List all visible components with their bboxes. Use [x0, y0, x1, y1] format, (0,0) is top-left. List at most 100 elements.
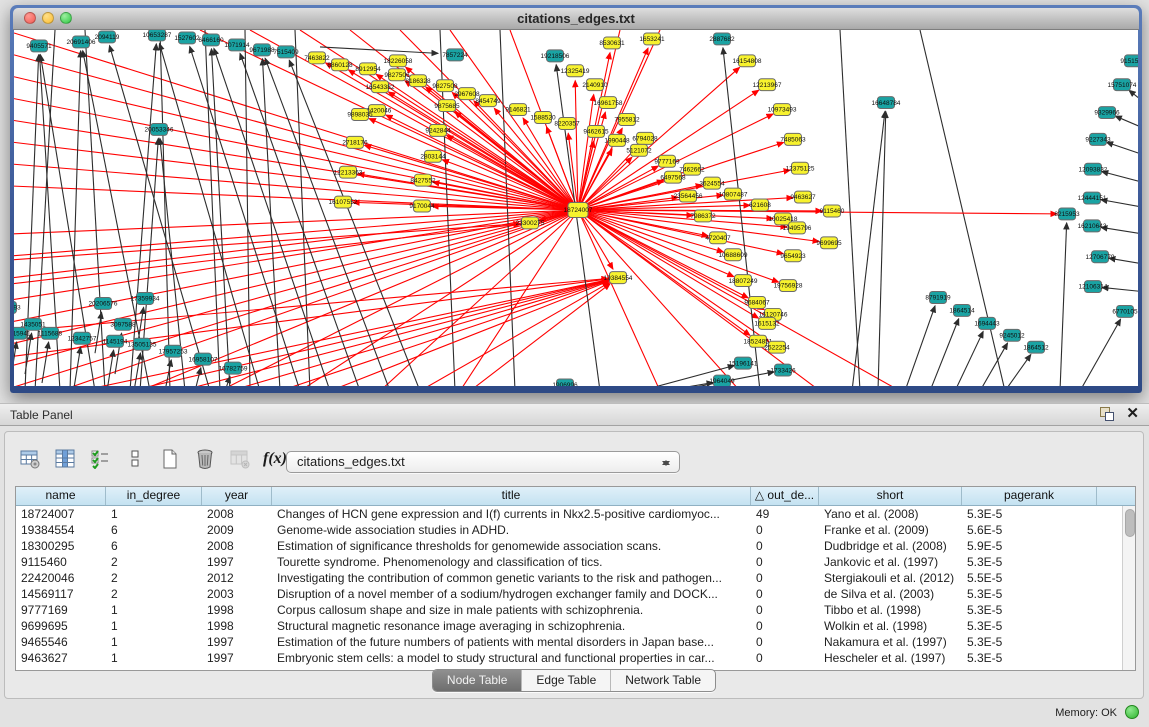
- table-selector-dropdown[interactable]: citations_edges.txt: [286, 451, 680, 473]
- red-edge[interactable]: [578, 210, 660, 386]
- red-edge[interactable]: [578, 157, 632, 210]
- graph-node[interactable]: 7986372: [690, 210, 716, 222]
- red-edge[interactable]: [14, 210, 578, 299]
- graph-node[interactable]: 16107552: [329, 196, 358, 208]
- table-row[interactable]: 1456911722003Disruption of a novel membe…: [16, 586, 1135, 602]
- graph-node[interactable]: 16782759: [219, 362, 248, 374]
- network-canvas[interactable]: 1872400774638228860128891295418226058982…: [14, 30, 1138, 386]
- memory-status-icon[interactable]: [1125, 705, 1139, 719]
- show-column-icon[interactable]: [52, 446, 78, 472]
- column-checklist-icon[interactable]: [87, 446, 113, 472]
- graph-node[interactable]: 9170044: [409, 200, 435, 212]
- column-header-out-de-[interactable]: △ out_de...: [751, 487, 819, 505]
- row-options-icon[interactable]: [122, 446, 148, 472]
- graph-node[interactable]: 12375125: [786, 162, 815, 174]
- black-edge[interactable]: [878, 112, 886, 386]
- graph-node[interactable]: 9777169: [654, 155, 680, 167]
- tab-node-table[interactable]: Node Table: [433, 670, 523, 691]
- graph-node[interactable]: 3624554: [699, 177, 725, 189]
- graph-node[interactable]: 17957253: [159, 345, 188, 357]
- graph-node[interactable]: 15196141: [729, 357, 758, 369]
- graph-node[interactable]: 19218506: [541, 50, 570, 62]
- graph-node[interactable]: 9699695: [816, 237, 842, 249]
- scrollbar-thumb[interactable]: [1125, 509, 1135, 537]
- graph-node[interactable]: 1964049: [709, 375, 735, 386]
- black-edge[interactable]: [930, 319, 959, 386]
- graph-node[interactable]: 20206576: [89, 297, 118, 309]
- graph-node[interactable]: 16958107: [189, 353, 218, 365]
- graph-node[interactable]: 1990448: [604, 134, 630, 146]
- column-header-year[interactable]: year: [202, 487, 272, 505]
- function-builder-icon[interactable]: f(x): [262, 446, 288, 472]
- black-edge[interactable]: [1080, 319, 1121, 386]
- window-titlebar[interactable]: citations_edges.txt: [13, 8, 1139, 30]
- graph-node[interactable]: 1145194: [103, 335, 128, 347]
- column-header-pagerank[interactable]: pagerank: [962, 487, 1097, 505]
- graph-node[interactable]: 16648784: [872, 97, 901, 109]
- graph-node[interactable]: 8912954: [355, 63, 381, 75]
- graph-node[interactable]: 10653287: [143, 30, 172, 41]
- graph-node[interactable]: 9245012: [999, 329, 1025, 341]
- graph-node[interactable]: 1906996: [552, 379, 578, 386]
- graph-node[interactable]: 10973493: [768, 104, 797, 116]
- graph-node[interactable]: 8860128: [327, 59, 353, 71]
- graph-node[interactable]: 1653241: [639, 33, 665, 45]
- black-edge[interactable]: [955, 331, 983, 386]
- table-row[interactable]: 1830029562008Estimation of significance …: [16, 538, 1135, 554]
- table-row[interactable]: 969969511998Structural magnetic resonanc…: [16, 618, 1135, 634]
- graph-node[interactable]: 12325419: [561, 65, 590, 77]
- black-edge[interactable]: [107, 350, 114, 386]
- column-header-short[interactable]: short: [819, 487, 962, 505]
- graph-node[interactable]: 18226058: [384, 55, 413, 67]
- graph-node[interactable]: 2803144: [420, 150, 446, 162]
- graph-node[interactable]: 15751074: [1108, 79, 1137, 91]
- graph-node[interactable]: 16210643: [1078, 220, 1107, 232]
- tab-network-table[interactable]: Network Table: [611, 670, 715, 691]
- graph-node[interactable]: 1071914: [224, 39, 250, 51]
- graph-node[interactable]: 12093832: [1079, 163, 1108, 175]
- graph-node[interactable]: 1527602: [174, 32, 200, 44]
- graph-node[interactable]: 2646693: [14, 301, 21, 313]
- graph-node[interactable]: 8530631: [599, 37, 625, 49]
- graph-node[interactable]: 12106314: [1079, 281, 1108, 293]
- graph-node[interactable]: 9875685: [434, 100, 460, 112]
- graph-hub-node[interactable]: 18724007: [564, 203, 593, 218]
- graph-node[interactable]: 12444151: [1078, 192, 1107, 204]
- graph-node[interactable]: 9242844: [425, 124, 451, 136]
- graph-node[interactable]: 2522254: [764, 341, 790, 353]
- graph-node[interactable]: 12213967: [753, 79, 782, 91]
- black-edge[interactable]: [1107, 142, 1138, 154]
- graph-node[interactable]: 1864514: [949, 304, 975, 316]
- graph-node[interactable]: 2887682: [709, 33, 735, 45]
- table-settings-icon[interactable]: [17, 446, 43, 472]
- table-row[interactable]: 946362711997Embryonic stem cells: a mode…: [16, 650, 1135, 666]
- graph-node[interactable]: 1588520: [530, 112, 556, 124]
- graph-node[interactable]: 2094119: [95, 31, 120, 43]
- float-panel-icon[interactable]: [1100, 407, 1114, 421]
- black-edge[interactable]: [920, 30, 1005, 386]
- graph-node[interactable]: 2718176: [342, 136, 368, 148]
- black-edge[interactable]: [852, 111, 885, 386]
- black-edge[interactable]: [905, 306, 935, 386]
- graph-node[interactable]: 9115460: [820, 205, 845, 217]
- graph-node[interactable]: 9463627: [790, 191, 816, 203]
- graph-node[interactable]: 12213363: [334, 166, 363, 178]
- graph-node[interactable]: 9462615: [583, 125, 609, 137]
- graph-node[interactable]: 1115688: [38, 327, 63, 339]
- table-row[interactable]: 1872400712008Changes of HCN gene express…: [16, 506, 1135, 522]
- graph-node[interactable]: 9227343: [1085, 133, 1111, 145]
- graph-node[interactable]: 4720407: [705, 232, 731, 244]
- graph-node[interactable]: 23564456: [674, 190, 703, 202]
- close-panel-icon[interactable]: ✕: [1126, 407, 1139, 421]
- graph-node[interactable]: 7463822: [304, 52, 330, 64]
- graph-node[interactable]: 9329966: [1094, 107, 1120, 119]
- black-edge[interactable]: [1060, 223, 1067, 386]
- graph-node[interactable]: 16154808: [733, 55, 762, 67]
- graph-node[interactable]: 8186328: [405, 75, 431, 87]
- graph-node[interactable]: 9671988: [249, 44, 275, 56]
- graph-node[interactable]: 9151560: [1120, 55, 1138, 67]
- column-header-in-degree[interactable]: in_degree: [106, 487, 202, 505]
- graph-node[interactable]: 1864512: [1023, 341, 1049, 353]
- network-graph-svg[interactable]: 1872400774638228860128891295418226058982…: [14, 30, 1138, 386]
- black-edge[interactable]: [134, 353, 140, 386]
